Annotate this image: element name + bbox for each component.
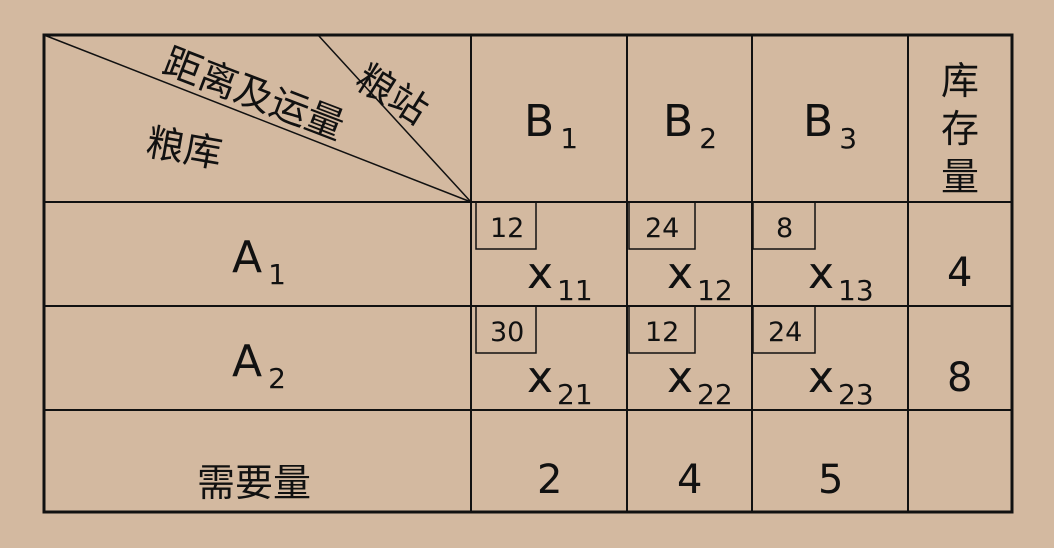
demand-value-b2: 4 bbox=[677, 457, 703, 503]
demand-value-b3: 5 bbox=[818, 457, 844, 503]
variable-x21: x 21 bbox=[527, 352, 593, 411]
variable-x13: x 13 bbox=[808, 248, 874, 307]
stock-value-a1: 4 bbox=[947, 250, 973, 296]
stock-header-char-3: 量 bbox=[941, 155, 980, 199]
column-header-b3: B3 bbox=[803, 96, 858, 155]
stock-header-char-2: 存 bbox=[941, 107, 980, 151]
demand-label: 需要量 bbox=[197, 461, 312, 505]
variable-x12: x 12 bbox=[667, 248, 733, 307]
column-header-b1: B1 bbox=[524, 96, 579, 155]
distance-value: 8 bbox=[776, 213, 794, 244]
row-label-a2: A2 bbox=[232, 336, 286, 395]
distance-value: 24 bbox=[768, 317, 803, 348]
demand-value-b1: 2 bbox=[537, 457, 563, 503]
variable-x23: x 23 bbox=[808, 352, 874, 411]
row-label-a1: A1 bbox=[232, 232, 286, 291]
variable-x22: x 22 bbox=[667, 352, 733, 411]
column-header-b2: B2 bbox=[663, 96, 718, 155]
distance-value: 24 bbox=[645, 213, 680, 244]
distance-value: 12 bbox=[645, 317, 680, 348]
variable-x11: x 11 bbox=[527, 248, 593, 307]
distance-value: 30 bbox=[490, 317, 525, 348]
stock-value-a2: 8 bbox=[947, 355, 973, 401]
distance-value: 12 bbox=[490, 213, 525, 244]
stock-header-char-1: 库 bbox=[941, 59, 980, 103]
